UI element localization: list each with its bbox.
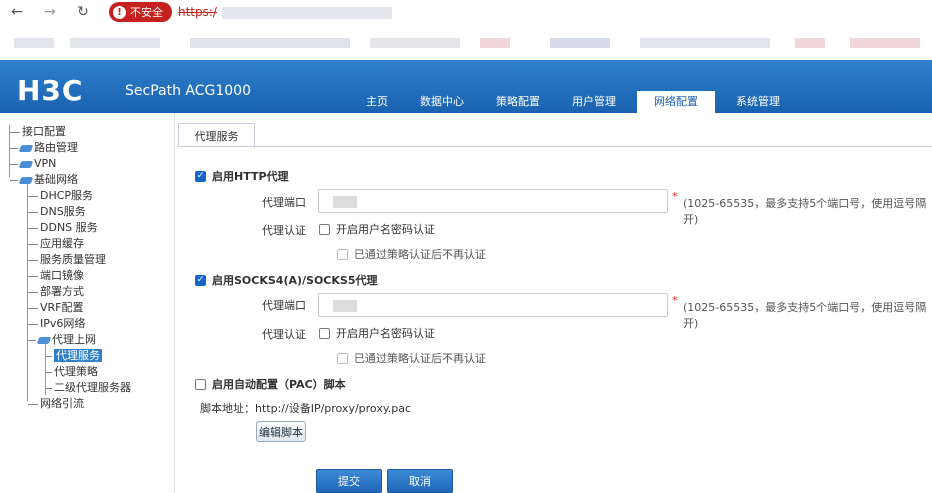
sidebar-item-deploy-mode[interactable]: 部署方式 xyxy=(28,285,84,299)
required-mark: * xyxy=(672,294,678,307)
required-mark: * xyxy=(672,190,678,203)
sidebar-item-interface-config[interactable]: 接口配置 xyxy=(10,125,66,139)
pac-script-address: 脚本地址：http://设备IP/proxy/proxy.pac xyxy=(200,402,412,415)
socks-port-input[interactable] xyxy=(318,293,668,317)
folder-icon xyxy=(18,160,34,168)
sidebar-item-proxy-policy[interactable]: 代理策略 xyxy=(46,365,98,379)
tab-proxy-service[interactable]: 代理服务 xyxy=(178,123,255,147)
sidebar-item-vrf[interactable]: VRF配置 xyxy=(28,301,84,315)
blurred-bookmark xyxy=(480,38,510,48)
sidebar-tree: 接口配置 路由管理 VPN 基础网络 DHCP服务 DNS服务 DDNS 服务 … xyxy=(0,113,175,493)
http-skip-checkbox xyxy=(337,248,348,260)
socks-auth-label: 代理认证 xyxy=(262,328,306,341)
blurred-bookmark xyxy=(550,38,610,48)
pac-toggle[interactable]: 启用自动配置（PAC）脚本 xyxy=(195,376,346,392)
blurred-bookmark xyxy=(190,38,350,48)
menu-home[interactable]: 主页 xyxy=(355,91,399,113)
http-port-label: 代理端口 xyxy=(262,196,306,209)
blurred-bookmark xyxy=(795,38,825,48)
socks-auth-checkbox[interactable] xyxy=(319,327,330,339)
h3c-logo: H3C xyxy=(17,74,84,107)
menu-user-management[interactable]: 用户管理 xyxy=(561,91,627,113)
submit-button[interactable]: 提交 xyxy=(316,469,382,493)
sidebar-item-proxy-service[interactable]: 代理服务 xyxy=(46,349,102,363)
http-port-input[interactable] xyxy=(318,189,668,213)
forward-arrow-icon[interactable]: → xyxy=(42,4,58,20)
product-name: SecPath ACG1000 xyxy=(125,83,251,99)
socks-auth-option-label: 开启用户名密码认证 xyxy=(336,327,435,340)
blurred-bookmark xyxy=(70,38,160,48)
http-proxy-label: 启用HTTP代理 xyxy=(212,170,289,183)
sidebar-item-dns[interactable]: DNS服务 xyxy=(28,205,86,219)
insecure-label: 不安全 xyxy=(130,6,163,19)
warning-icon: ! xyxy=(113,5,126,19)
socks-proxy-checkbox[interactable]: ✓ xyxy=(195,274,206,286)
menu-system-management[interactable]: 系统管理 xyxy=(725,91,791,113)
blurred-bookmark xyxy=(850,38,920,48)
tab-divider xyxy=(178,146,932,147)
sidebar-item-qos[interactable]: 服务质量管理 xyxy=(28,253,106,267)
http-auth-checkbox[interactable] xyxy=(319,223,330,235)
blurred-bookmark xyxy=(640,38,770,48)
blurred-bookmark xyxy=(14,38,54,48)
sidebar-item-app-cache[interactable]: 应用缓存 xyxy=(28,237,84,251)
socks-auth-option[interactable]: 开启用户名密码认证 xyxy=(319,325,435,341)
folder-open-icon xyxy=(18,176,34,184)
sidebar-item-traffic-diversion[interactable]: 网络引流 xyxy=(28,397,84,411)
redacted-value xyxy=(333,196,357,208)
sidebar-item-dhcp[interactable]: DHCP服务 xyxy=(28,189,93,203)
socks-proxy-toggle[interactable]: ✓ 启用SOCKS4(A)/SOCKS5代理 xyxy=(195,272,377,288)
pac-label: 启用自动配置（PAC）脚本 xyxy=(212,378,346,391)
bookmark-bar xyxy=(0,24,932,60)
folder-open-icon xyxy=(36,336,52,344)
http-proxy-toggle[interactable]: ✓ 启用HTTP代理 xyxy=(195,168,289,184)
sidebar-item-ddns[interactable]: DDNS 服务 xyxy=(28,221,98,235)
http-auth-option-label: 开启用户名密码认证 xyxy=(336,223,435,236)
http-auth-option[interactable]: 开启用户名密码认证 xyxy=(319,221,435,237)
browser-toolbar: ← → ↻ ! 不安全 https:/ xyxy=(0,0,932,24)
main-menu: 主页 数据中心 策略配置 用户管理 网络配置 系统管理 xyxy=(355,91,801,113)
socks-port-hint: (1025-65535，最多支持5个端口号，使用逗号隔开) xyxy=(683,301,927,330)
sidebar-item-port-mirror[interactable]: 端口镜像 xyxy=(28,269,84,283)
blurred-url xyxy=(222,7,392,19)
pac-checkbox[interactable] xyxy=(195,378,206,390)
redacted-value xyxy=(333,300,357,312)
http-auth-label: 代理认证 xyxy=(262,224,306,237)
back-arrow-icon[interactable]: ← xyxy=(9,4,25,20)
sidebar-item-proxy[interactable]: 代理上网 xyxy=(28,333,96,347)
http-proxy-checkbox[interactable]: ✓ xyxy=(195,170,206,182)
socks-port-label: 代理端口 xyxy=(262,299,306,312)
http-skip-option-label: 已通过策略认证后不再认证 xyxy=(354,248,486,261)
blurred-bookmark xyxy=(370,38,460,48)
edit-script-button[interactable]: 编辑脚本 xyxy=(256,421,306,442)
socks-proxy-label: 启用SOCKS4(A)/SOCKS5代理 xyxy=(212,274,378,287)
menu-data-center[interactable]: 数据中心 xyxy=(409,91,475,113)
http-port-hint: (1025-65535，最多支持5个端口号，使用逗号隔开) xyxy=(683,197,927,226)
sidebar-item-secondary-proxy[interactable]: 二级代理服务器 xyxy=(46,381,131,395)
app-header: H3C SecPath ACG1000 主页 数据中心 策略配置 用户管理 网络… xyxy=(0,60,932,113)
reload-icon[interactable]: ↻ xyxy=(75,4,91,20)
sidebar-item-basic-network[interactable]: 基础网络 xyxy=(10,173,78,187)
folder-icon xyxy=(18,144,34,152)
socks-skip-option: 已通过策略认证后不再认证 xyxy=(337,350,486,366)
cancel-button[interactable]: 取消 xyxy=(387,469,453,493)
sidebar-item-ipv6[interactable]: IPv6网络 xyxy=(28,317,85,331)
http-skip-option: 已通过策略认证后不再认证 xyxy=(337,246,486,262)
menu-network-config[interactable]: 网络配置 xyxy=(637,91,715,113)
socks-skip-option-label: 已通过策略认证后不再认证 xyxy=(354,352,486,365)
url-text[interactable]: https:/ xyxy=(178,5,217,19)
socks-skip-checkbox xyxy=(337,352,348,364)
sidebar-item-vpn[interactable]: VPN xyxy=(10,157,56,171)
menu-policy-config[interactable]: 策略配置 xyxy=(485,91,551,113)
sidebar-item-routing[interactable]: 路由管理 xyxy=(10,141,78,155)
insecure-badge[interactable]: ! 不安全 xyxy=(109,2,172,22)
